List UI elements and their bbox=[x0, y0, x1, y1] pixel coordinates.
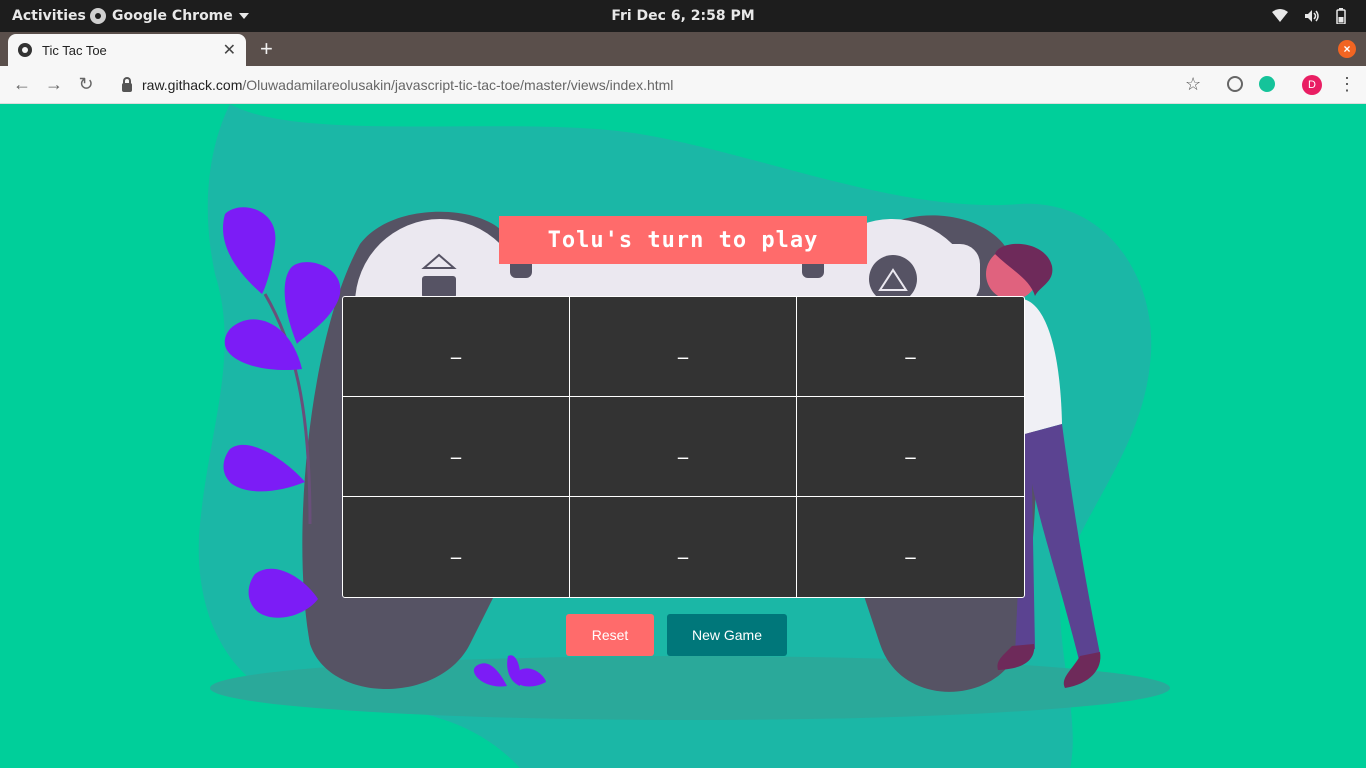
system-tray[interactable] bbox=[1272, 8, 1346, 24]
browser-toolbar: ← → ↻ raw.githack.com/Oluwadamilareolusa… bbox=[0, 66, 1366, 104]
reset-button[interactable]: Reset bbox=[566, 614, 654, 656]
volume-icon bbox=[1305, 10, 1319, 22]
board-cell-9[interactable]: _ bbox=[797, 497, 1024, 597]
globe-icon bbox=[18, 43, 32, 57]
board-cell-5[interactable]: _ bbox=[570, 397, 797, 497]
profile-avatar[interactable]: D bbox=[1302, 75, 1322, 95]
forward-icon[interactable]: → bbox=[43, 74, 65, 95]
game-board: _ _ _ _ _ _ _ _ _ bbox=[342, 296, 1025, 598]
board-cell-1[interactable]: _ bbox=[343, 297, 570, 397]
tab-title: Tic Tac Toe bbox=[42, 42, 107, 58]
back-icon[interactable]: ← bbox=[11, 74, 33, 95]
window-close-button[interactable]: × bbox=[1338, 40, 1356, 58]
reload-icon[interactable]: ↻ bbox=[75, 74, 97, 95]
lock-icon bbox=[122, 76, 132, 92]
tab-tic-tac-toe[interactable]: Tic Tac Toe ✕ bbox=[8, 34, 246, 66]
board-cell-8[interactable]: _ bbox=[570, 497, 797, 597]
board-cell-6[interactable]: _ bbox=[797, 397, 1024, 497]
wifi-icon bbox=[1272, 9, 1288, 22]
game-page: Tolu's turn to play _ _ _ _ _ _ _ _ _ Re… bbox=[0, 104, 1366, 768]
app-name: Google Chrome bbox=[112, 8, 233, 24]
menu-icon[interactable]: ⋮ bbox=[1338, 74, 1356, 95]
activities-button[interactable]: Activities bbox=[12, 8, 86, 24]
battery-icon bbox=[1336, 8, 1346, 24]
new-game-button[interactable]: New Game bbox=[667, 614, 787, 656]
url-path: /Oluwadamilareolusakin/javascript-tic-ta… bbox=[242, 77, 674, 93]
board-cell-4[interactable]: _ bbox=[343, 397, 570, 497]
new-tab-button[interactable]: + bbox=[260, 38, 273, 60]
chrome-icon bbox=[90, 8, 106, 24]
grammarly-icon[interactable] bbox=[1259, 76, 1275, 92]
board-cell-7[interactable]: _ bbox=[343, 497, 570, 597]
extension-icon[interactable] bbox=[1227, 76, 1243, 92]
tab-close-icon[interactable]: ✕ bbox=[223, 40, 236, 60]
app-menu[interactable]: Google Chrome bbox=[90, 8, 249, 24]
clock[interactable]: Fri Dec 6, 2:58 PM bbox=[611, 8, 754, 24]
tab-strip: Tic Tac Toe ✕ + × bbox=[0, 32, 1366, 66]
system-top-bar: Activities Google Chrome Fri Dec 6, 2:58… bbox=[0, 0, 1366, 32]
board-cell-3[interactable]: _ bbox=[797, 297, 1024, 397]
address-bar[interactable]: raw.githack.com/Oluwadamilareolusakin/ja… bbox=[112, 71, 1217, 99]
turn-status-banner: Tolu's turn to play bbox=[499, 216, 867, 264]
url-host: raw.githack.com bbox=[142, 77, 243, 93]
bookmark-star-icon[interactable]: ☆ bbox=[1185, 74, 1201, 95]
board-cell-2[interactable]: _ bbox=[570, 297, 797, 397]
chevron-down-icon bbox=[238, 13, 249, 19]
